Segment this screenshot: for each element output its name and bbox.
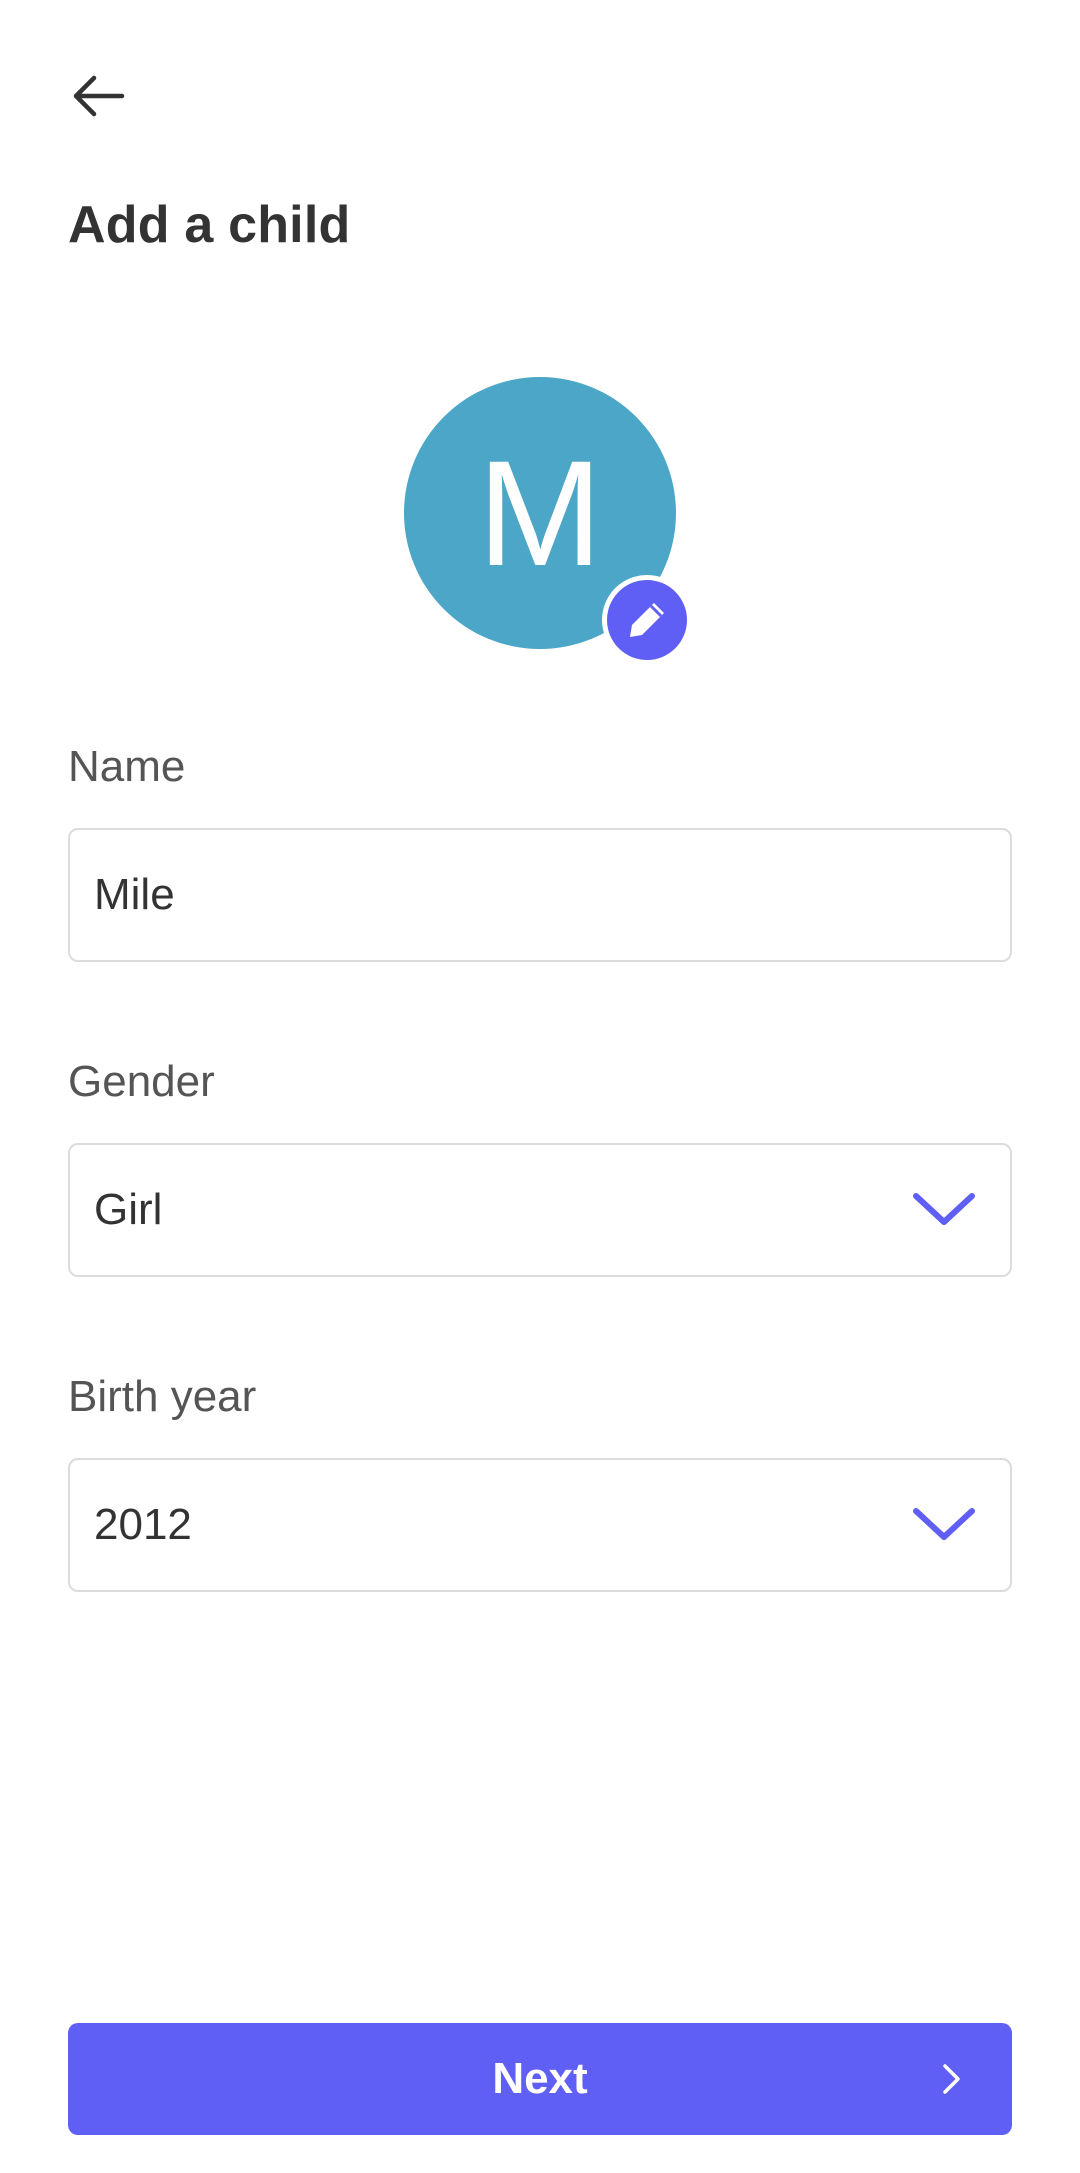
birth-year-value: 2012: [94, 1500, 192, 1549]
gender-select[interactable]: Girl: [68, 1143, 1012, 1277]
chevron-right-icon: [942, 2063, 962, 2095]
avatar-container: M: [404, 377, 692, 665]
name-input[interactable]: [94, 870, 986, 920]
birth-year-select[interactable]: 2012: [68, 1458, 1012, 1592]
pencil-icon: [630, 603, 664, 637]
page-title: Add a child: [68, 196, 351, 254]
avatar-initial: M: [477, 429, 603, 597]
back-button[interactable]: [68, 68, 128, 124]
gender-value: Girl: [94, 1185, 163, 1234]
birth-year-label: Birth year: [68, 1372, 257, 1421]
next-label: Next: [492, 2054, 588, 2103]
chevron-down-icon: [912, 1505, 976, 1545]
next-button[interactable]: Next: [68, 2023, 1012, 2135]
gender-label: Gender: [68, 1057, 215, 1106]
chevron-down-icon: [912, 1190, 976, 1230]
arrow-left-icon: [73, 75, 125, 117]
edit-avatar-button[interactable]: [602, 575, 692, 665]
name-field[interactable]: [68, 828, 1012, 962]
name-label: Name: [68, 742, 186, 791]
